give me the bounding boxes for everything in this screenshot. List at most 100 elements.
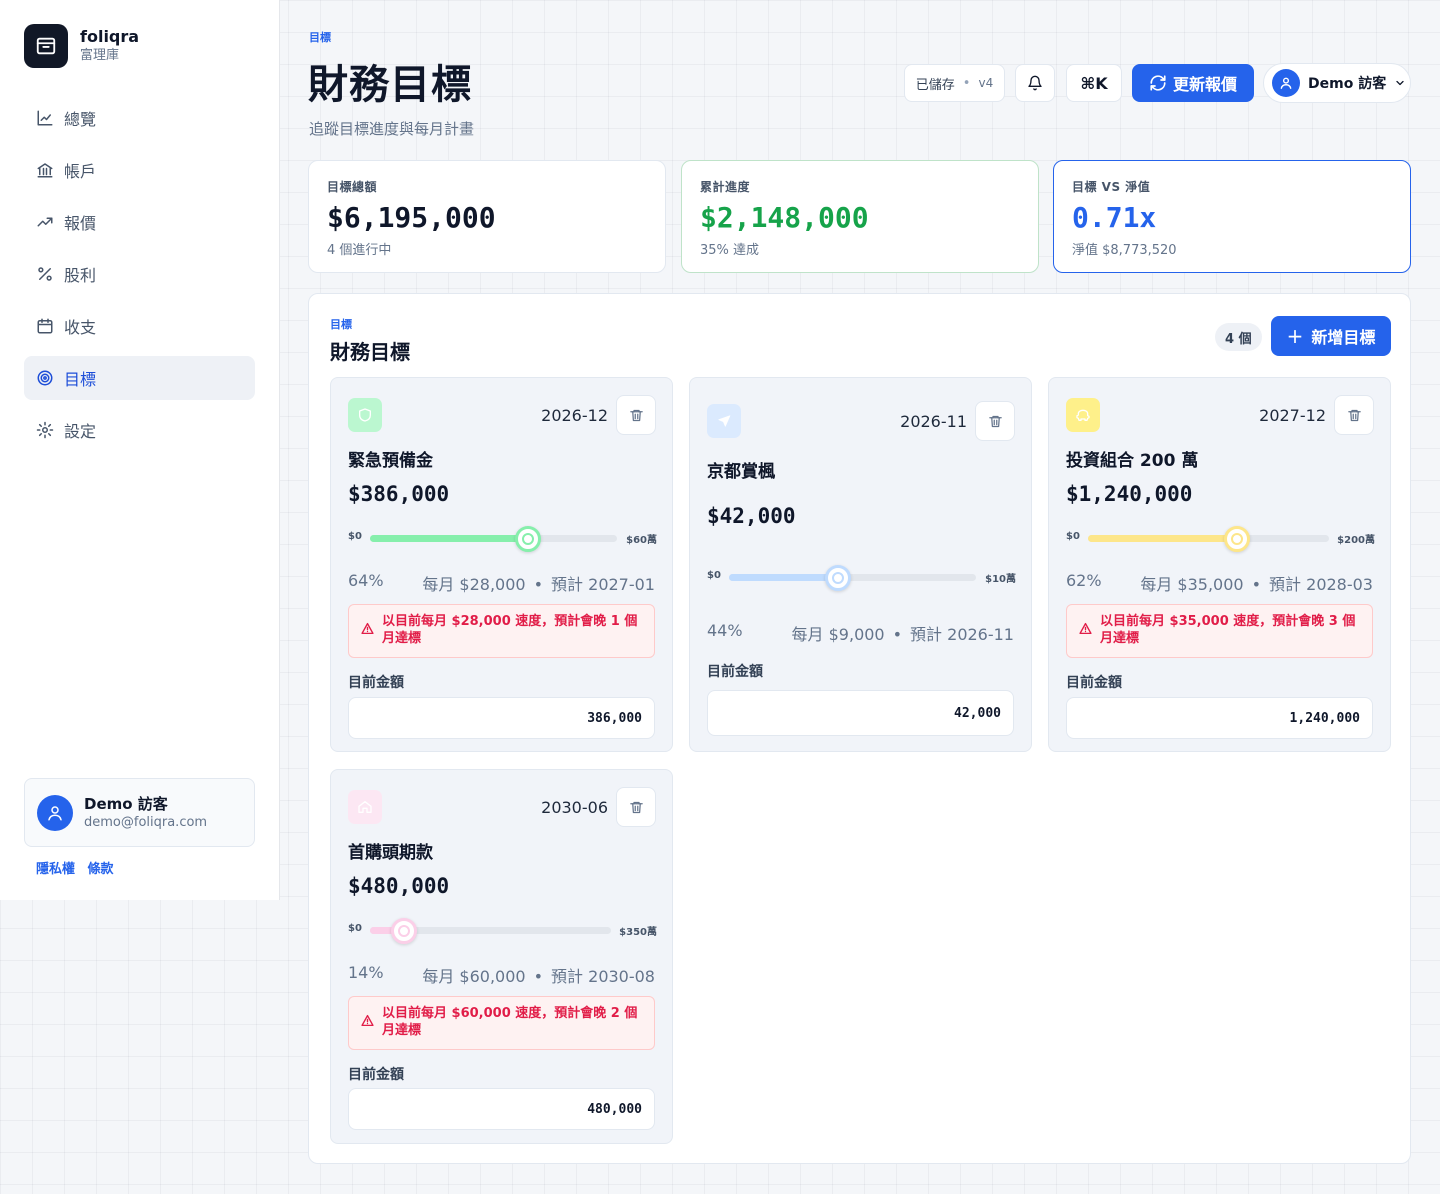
goal-slider: $0 $10萬 [707, 564, 1016, 591]
slider-track[interactable] [370, 525, 617, 552]
sidebar-item-accounts[interactable]: 帳戶 [24, 148, 255, 192]
refresh-label: 更新報價 [1172, 75, 1237, 94]
privacy-link[interactable]: 隱私權 [36, 862, 75, 877]
stat-sub: 35% 達成 [700, 243, 760, 258]
notifications-button[interactable] [1015, 64, 1055, 102]
slider-track[interactable] [729, 564, 976, 591]
sidebar-item-settings[interactable]: 設定 [24, 408, 255, 452]
calendar-icon [37, 318, 53, 334]
sidebar-item-label: 收支 [64, 318, 97, 337]
user-menu-label: Demo 訪客 [1308, 76, 1387, 92]
separator-dot: • [962, 75, 971, 91]
goal-monthly: 每月 $9,000 [791, 625, 885, 644]
warning-icon [361, 622, 374, 635]
stat-sub: 4 個進行中 [327, 243, 392, 258]
goal-eta: 預計 2026-11 [910, 625, 1014, 644]
goal-monthly: 每月 $28,000 [422, 575, 526, 594]
stat-card-progress: 累計進度 $2,148,000 35% 達成 [681, 160, 1039, 273]
slider-thumb[interactable] [824, 564, 851, 591]
delete-goal-button[interactable] [616, 787, 656, 827]
goal-meta: 64% 每月 $28,000 • 預計 2027-01 [348, 571, 655, 594]
goal-date: 2030-06 [541, 798, 608, 817]
goal-card: 2026-12 緊急預備金 $386,000 $0 $60萬 64% 每月 $2… [330, 377, 673, 752]
stat-value: $6,195,000 [327, 201, 496, 234]
slider-track[interactable] [1088, 525, 1329, 552]
goal-warning: 以目前每月 $28,000 速度，預計會晚 1 個月達標 [348, 604, 655, 658]
goal-meta: 62% 每月 $35,000 • 預計 2028-03 [1066, 571, 1373, 594]
goals-panel: 目標 財務目標 4 個 + 新增目標 2026-12 緊急預備金 $386,00… [308, 293, 1411, 1164]
sidebar-item-label: 設定 [64, 422, 97, 441]
goal-eta: 預計 2030-08 [551, 967, 655, 986]
goal-warning-text: 以目前每月 $60,000 速度，預計會晚 2 個月達標 [382, 1006, 638, 1038]
delete-goal-button[interactable] [1334, 395, 1374, 435]
goal-warning-text: 以目前每月 $28,000 速度，預計會晚 1 個月達標 [382, 614, 638, 646]
goal-percent: 44% [707, 621, 743, 640]
goal-count-badge: 4 個 [1215, 323, 1262, 351]
stat-card-ratio: 目標 VS 淨值 0.71x 淨值 $8,773,520 [1053, 160, 1411, 273]
delete-goal-button[interactable] [616, 395, 656, 435]
delete-goal-button[interactable] [975, 401, 1015, 441]
goal-slider: $0 $350萬 [348, 917, 657, 944]
legal-links: 隱私權 條款 [36, 858, 122, 877]
sidebar-item-cashflow[interactable]: 收支 [24, 304, 255, 348]
sidebar-item-label: 報價 [64, 214, 97, 233]
gear-icon [36, 421, 54, 439]
current-amount-input[interactable] [707, 690, 1014, 736]
goal-percent: 14% [348, 963, 384, 982]
refresh-quotes-button[interactable]: 更新報價 [1132, 64, 1254, 102]
slider-max-label: $200萬 [1337, 535, 1375, 546]
current-amount-label: 目前金額 [348, 1067, 404, 1083]
brand-name: foliqra [80, 27, 140, 46]
avatar [1272, 69, 1300, 97]
plane-icon [707, 404, 741, 438]
goal-amount: $480,000 [348, 874, 450, 898]
sidebar-item-quotes[interactable]: 報價 [24, 200, 255, 244]
brand[interactable]: foliqra 富理庫 [24, 24, 139, 68]
add-goal-label: 新增目標 [1311, 328, 1376, 347]
goal-warning: 以目前每月 $60,000 速度，預計會晚 2 個月達標 [348, 996, 655, 1050]
trending-up-icon [37, 217, 53, 227]
current-amount-input[interactable] [348, 1088, 655, 1130]
slider-track[interactable] [370, 917, 611, 944]
terms-link[interactable]: 條款 [88, 862, 114, 877]
target-icon [37, 370, 53, 386]
stat-label: 目標總額 [327, 180, 378, 194]
sidebar-item-label: 股利 [64, 266, 97, 285]
slider-thumb[interactable] [1224, 525, 1251, 552]
user-icon [48, 805, 62, 820]
sidebar-item-dividends[interactable]: 股利 [24, 252, 255, 296]
slider-min-label: $0 [348, 531, 362, 542]
sidebar-item-goals[interactable]: 目標 [24, 356, 255, 400]
goal-eta: 預計 2028-03 [1269, 575, 1373, 594]
goal-percent: 64% [348, 571, 384, 590]
stat-value: 0.71x [1072, 201, 1157, 234]
sidebar-item-label: 總覽 [64, 110, 97, 129]
sidebar-item-overview[interactable]: 總覽 [24, 96, 255, 140]
bank-icon [37, 163, 53, 178]
page-eyebrow: 目標 [309, 31, 331, 44]
command-palette-button[interactable]: ⌘K [1066, 64, 1122, 102]
user-email: demo@foliqra.com [84, 814, 208, 830]
panel-eyebrow: 目標 [330, 318, 352, 331]
goal-warning: 以目前每月 $35,000 速度，預計會晚 3 個月達標 [1066, 604, 1373, 658]
current-amount-input[interactable] [1066, 697, 1373, 739]
add-goal-button[interactable]: + 新增目標 [1271, 316, 1391, 356]
user-menu-button[interactable]: Demo 訪客 [1263, 63, 1411, 103]
goal-name: 首購頭期款 [348, 843, 433, 863]
saved-status-button[interactable]: 已儲存 • v4 [904, 64, 1005, 102]
slider-fill [1088, 535, 1238, 542]
chevron-down-icon [1396, 80, 1404, 86]
goal-date: 2026-12 [541, 406, 608, 425]
trash-icon [988, 415, 1002, 427]
brand-subtitle: 富理庫 [80, 48, 120, 63]
user-name: Demo 訪客 [84, 794, 168, 813]
avatar [37, 794, 73, 831]
sidebar-item-label: 目標 [64, 370, 97, 389]
refresh-icon [1150, 75, 1166, 91]
goal-date: 2026-11 [900, 412, 967, 431]
user-card[interactable]: Demo 訪客 demo@foliqra.com [24, 778, 255, 847]
current-amount-input[interactable] [348, 697, 655, 739]
slider-thumb[interactable] [390, 917, 417, 944]
slider-thumb[interactable] [515, 525, 542, 552]
sidebar-item-label: 帳戶 [64, 162, 97, 181]
